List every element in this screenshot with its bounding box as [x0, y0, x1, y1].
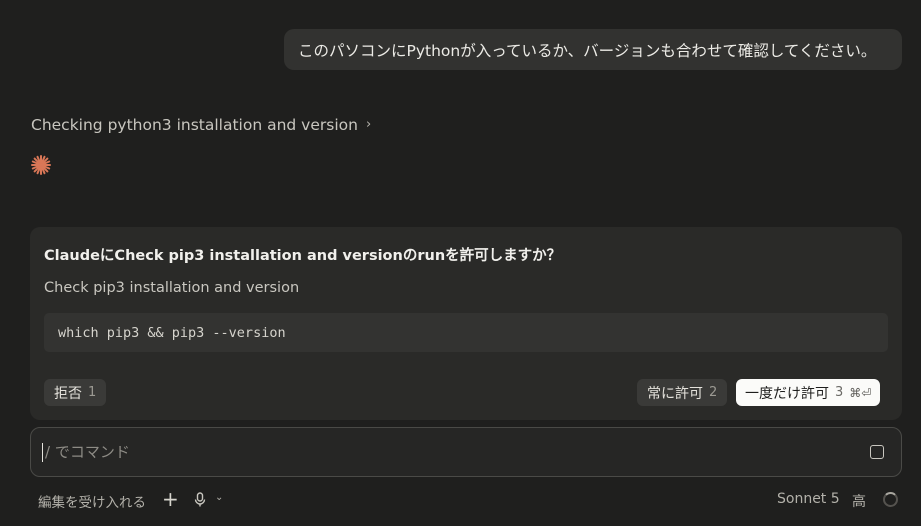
- user-message-bubble: このパソコンにPythonが入っているか、バージョンも合わせて確認してください。: [284, 29, 902, 70]
- effort-selector[interactable]: 高: [852, 491, 866, 511]
- input-footer: 編集を受け入れる + ⌄ Sonnet 5 高: [30, 487, 902, 513]
- command-text: which pip3 && pip3 --version: [58, 324, 286, 341]
- text-caret: [42, 443, 43, 462]
- tool-status-text: Checking python3 installation and versio…: [31, 116, 358, 134]
- sparkle-icon: [31, 155, 51, 175]
- accept-edits-toggle[interactable]: 編集を受け入れる: [38, 491, 146, 511]
- allow-once-shortcut: 3: [835, 385, 844, 400]
- stop-icon[interactable]: [870, 445, 884, 459]
- deny-button[interactable]: 拒否 1: [44, 379, 107, 406]
- deny-shortcut: 1: [88, 385, 97, 400]
- allow-once-label: 一度だけ許可: [745, 385, 829, 402]
- chevron-down-icon[interactable]: ⌄: [215, 492, 223, 503]
- command-enter-icon: ⌘⏎: [849, 385, 872, 400]
- model-selector[interactable]: Sonnet 5: [777, 491, 840, 507]
- chevron-right-icon: ›: [365, 117, 372, 132]
- permission-title: ClaudeにCheck pip3 installation and versi…: [44, 248, 562, 264]
- command-preview: which pip3 && pip3 --version: [44, 313, 888, 352]
- permission-dialog: ClaudeにCheck pip3 installation and versi…: [30, 227, 902, 420]
- always-allow-button[interactable]: 常に許可 2: [637, 379, 728, 406]
- allow-once-button[interactable]: 一度だけ許可 3 ⌘⏎: [736, 379, 881, 406]
- permission-description: Check pip3 installation and version: [44, 280, 300, 296]
- user-message-text: このパソコンにPythonが入っているか、バージョンも合わせて確認してください。: [298, 41, 877, 60]
- tool-status-toggle[interactable]: Checking python3 installation and versio…: [31, 114, 371, 136]
- always-allow-label: 常に許可: [647, 385, 703, 402]
- prompt-input[interactable]: [45, 440, 845, 464]
- microphone-icon[interactable]: [193, 492, 207, 508]
- plus-icon[interactable]: +: [162, 487, 179, 511]
- deny-label: 拒否: [54, 385, 82, 402]
- loading-spinner-icon: [883, 492, 898, 507]
- prompt-input-container[interactable]: [30, 427, 902, 477]
- always-allow-shortcut: 2: [709, 385, 718, 400]
